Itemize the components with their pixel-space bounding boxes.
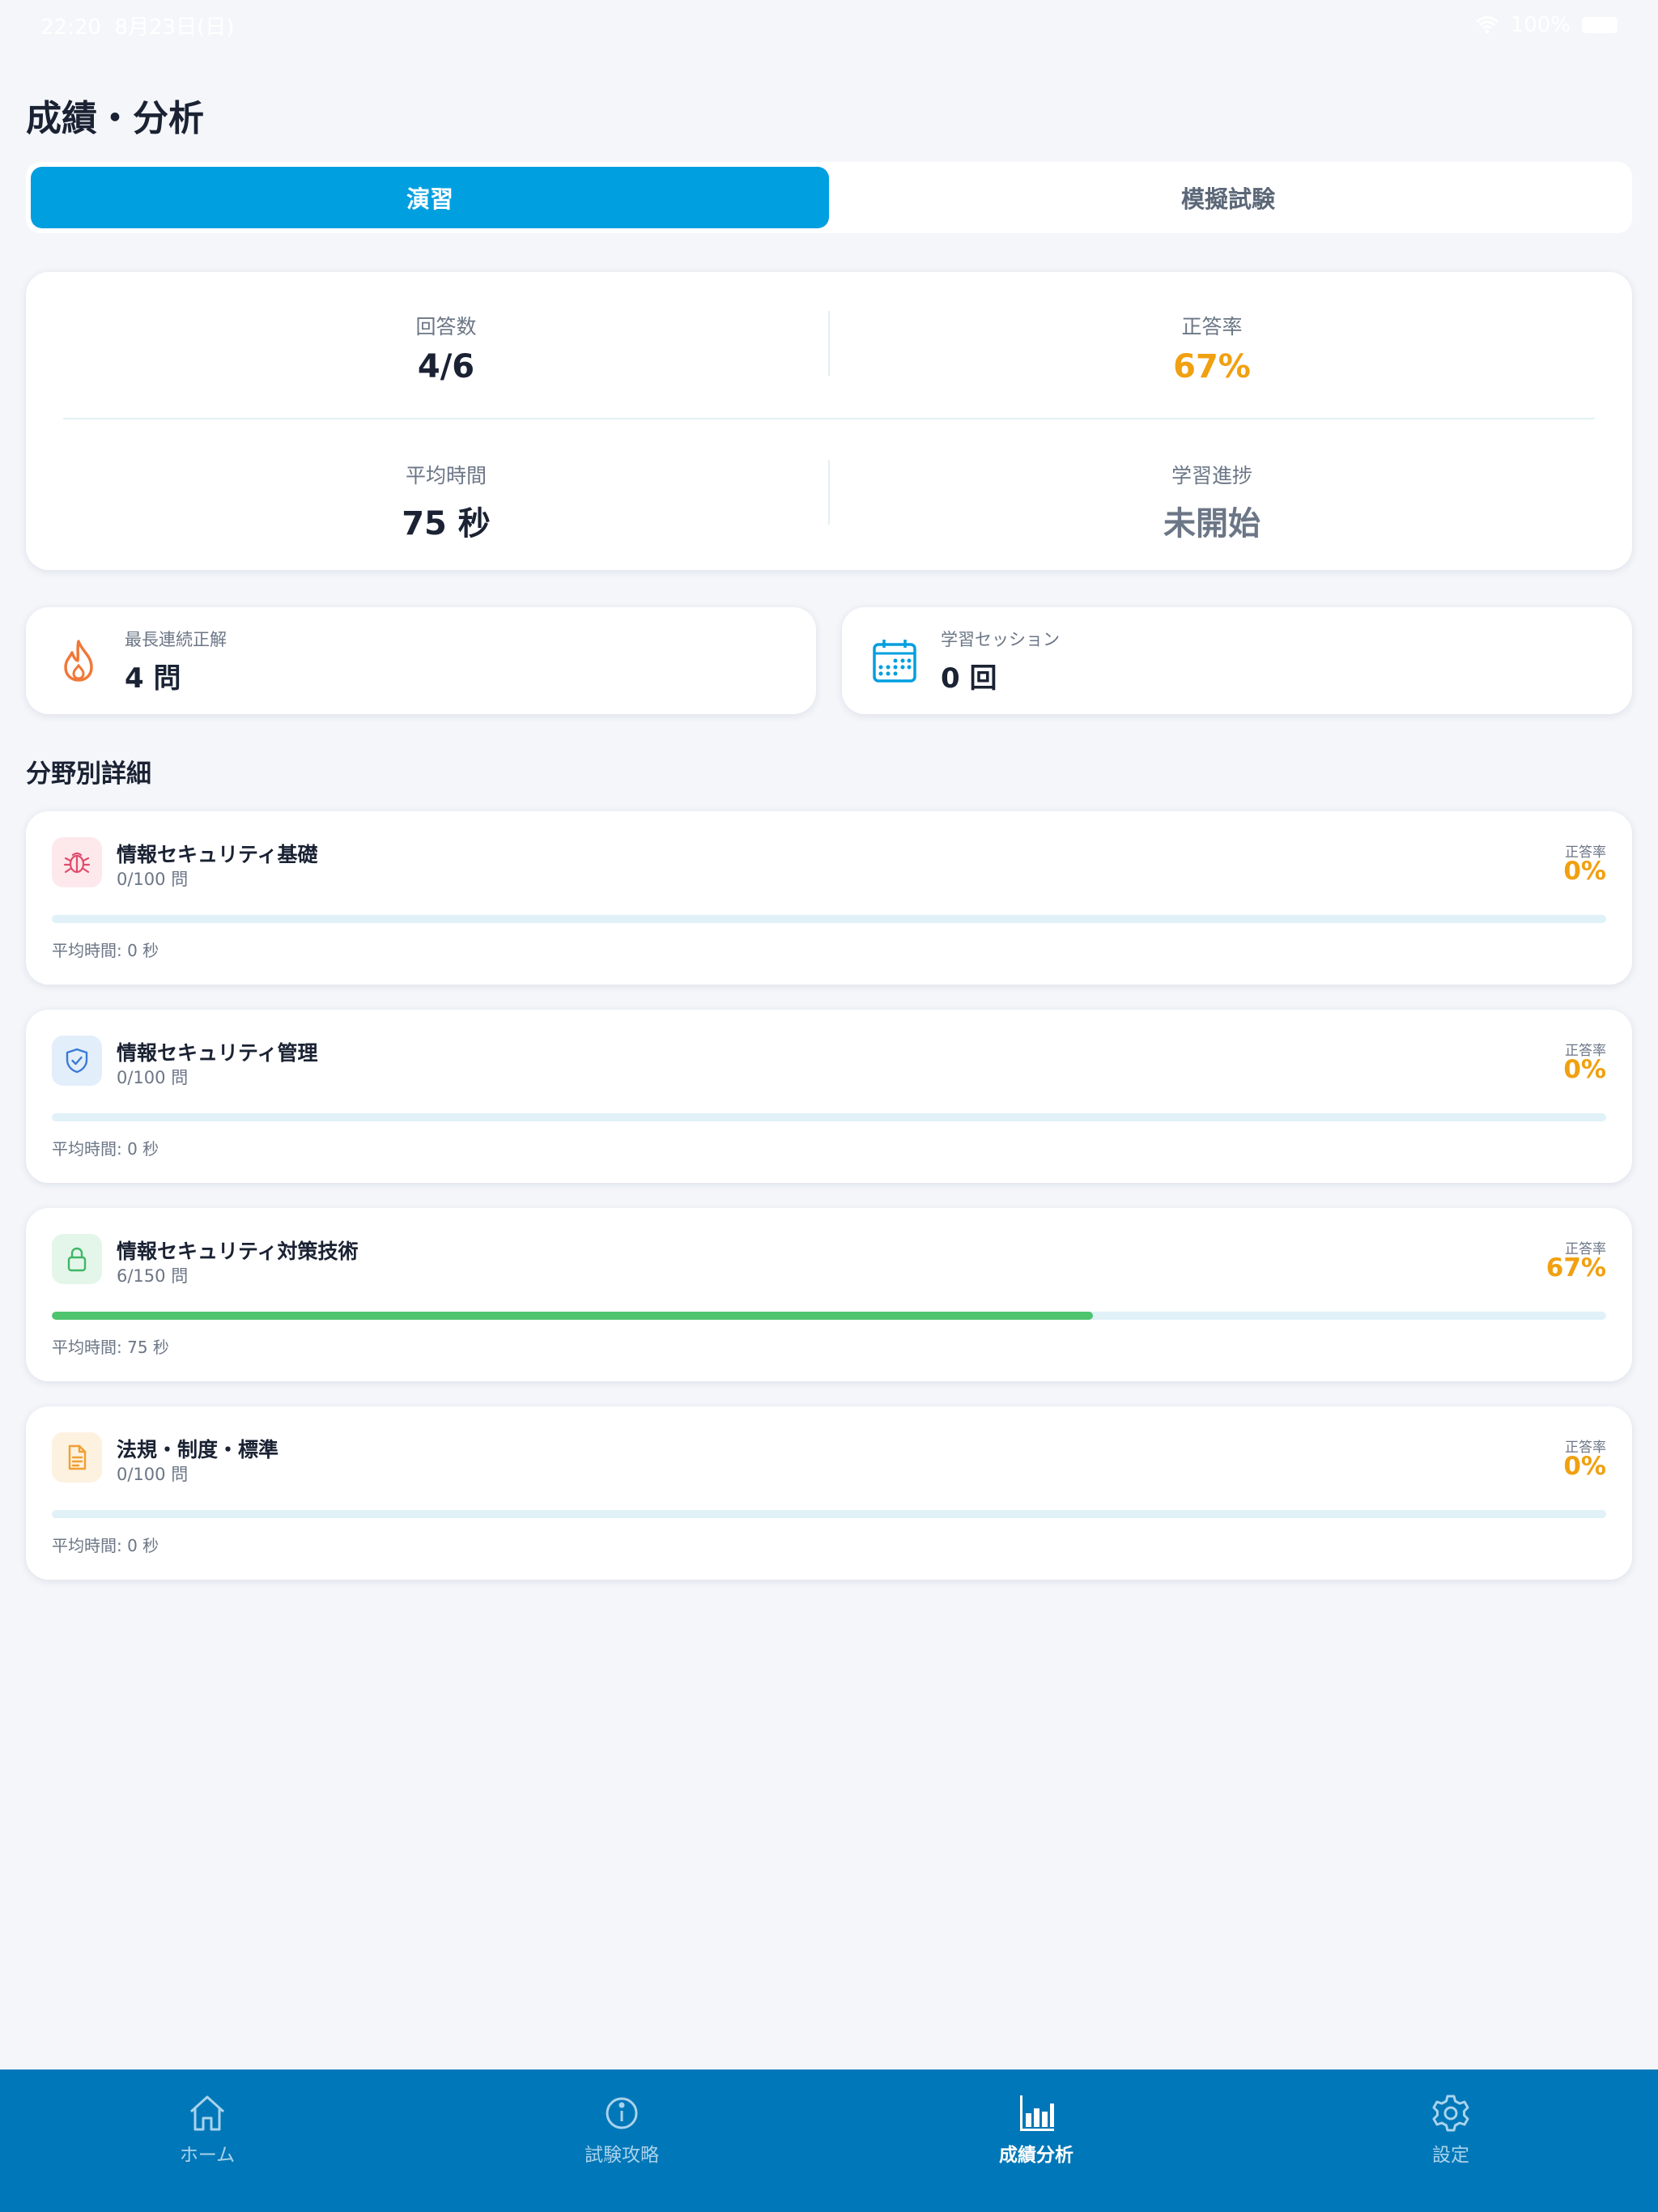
progress-value: 未開始 (1163, 505, 1261, 542)
section-title: 分野別詳細 (26, 759, 151, 789)
divider (828, 460, 830, 525)
tab-home[interactable]: ホーム (0, 2069, 414, 2212)
category-card[interactable]: 情報セキュリティ管理 0/100 問 正答率 0% 平均時間: 0 秒 (26, 1010, 1632, 1183)
accuracy-label: 正答率 (1181, 315, 1243, 338)
avg-time: 平均時間: 0 秒 (52, 941, 159, 960)
category-name: 情報セキュリティ管理 (117, 1041, 318, 1065)
avg-time: 平均時間: 75 秒 (52, 1338, 169, 1357)
category-name: 情報セキュリティ基礎 (117, 843, 318, 866)
tab-bar: ホーム 試験攻略 成績分析 設定 (0, 2069, 1658, 2212)
streak-value: 4 問 (125, 661, 181, 695)
streak-card: 最長連続正解 4 問 (26, 607, 816, 714)
document-icon (52, 1432, 102, 1482)
bar-chart-icon (1020, 2095, 1054, 2131)
home-icon (189, 2095, 225, 2131)
avg-time: 平均時間: 0 秒 (52, 1536, 159, 1555)
wifi-icon (1475, 16, 1499, 34)
rate-value: 0% (1563, 1452, 1606, 1481)
lock-icon (52, 1234, 102, 1284)
category-count: 6/150 問 (117, 1266, 189, 1286)
rate-value: 0% (1563, 1055, 1606, 1084)
sessions-value: 0 回 (941, 661, 997, 695)
answers-stat: 回答数 4/6 (63, 311, 829, 385)
progress-track (52, 1113, 1606, 1121)
tab-label: 設定 (1432, 2145, 1469, 2166)
page-title: 成績・分析 (26, 98, 204, 139)
category-card[interactable]: 情報セキュリティ基礎 0/100 問 正答率 0% 平均時間: 0 秒 (26, 811, 1632, 985)
category-count: 0/100 問 (117, 1068, 189, 1087)
flame-icon (53, 636, 104, 686)
tab-label: ホーム (179, 2145, 236, 2166)
progress-track (52, 1510, 1606, 1518)
streak-label: 最長連続正解 (125, 629, 227, 649)
progress-track (52, 915, 1606, 923)
status-time: 22:20 (40, 15, 101, 40)
accuracy-value: 67% (1173, 348, 1251, 385)
category-name: 情報セキュリティ対策技術 (117, 1240, 359, 1263)
answers-label: 回答数 (415, 315, 477, 338)
avg-time-label: 平均時間 (405, 464, 487, 487)
info-icon (606, 2097, 638, 2129)
status-time-date: 22:20 8月23日(日) (40, 11, 234, 40)
category-count: 0/100 問 (117, 1465, 189, 1484)
sessions-card: 学習セッション 0 回 (842, 607, 1632, 714)
category-count: 0/100 問 (117, 870, 189, 889)
progress-stat: 学習進捗 未開始 (829, 460, 1595, 544)
divider (828, 311, 830, 376)
avg-time-value: 75 秒 (402, 505, 491, 542)
progress-fill (52, 1312, 1094, 1320)
tab-label: 成績分析 (999, 2145, 1073, 2166)
segment-mock-exam[interactable]: 模擬試験 (829, 167, 1627, 228)
avg-time: 平均時間: 0 秒 (52, 1139, 159, 1159)
battery-percent: 100% (1510, 13, 1571, 37)
category-card[interactable]: 法規・制度・標準 0/100 問 正答率 0% 平均時間: 0 秒 (26, 1406, 1632, 1580)
tab-label: 試験攻略 (585, 2145, 659, 2166)
sessions-label: 学習セッション (941, 629, 1060, 649)
progress-track (52, 1312, 1606, 1320)
rate-value: 67% (1545, 1253, 1606, 1283)
calendar-icon (869, 636, 920, 686)
tab-settings[interactable]: 設定 (1244, 2069, 1658, 2212)
avg-time-stat: 平均時間 75 秒 (63, 460, 829, 544)
gear-icon (1432, 2095, 1469, 2132)
category-card[interactable]: 情報セキュリティ対策技術 6/150 問 正答率 67% 平均時間: 75 秒 (26, 1208, 1632, 1381)
summary-card: 回答数 4/6 正答率 67% 平均時間 75 秒 学習進捗 未開始 (26, 272, 1632, 570)
rate-value: 0% (1563, 857, 1606, 886)
status-bar: 22:20 8月23日(日) 100% (0, 0, 1658, 50)
status-date: 8月23日(日) (114, 15, 235, 40)
shield-check-icon (52, 1036, 102, 1086)
segmented-control: 演習 模擬試験 (26, 162, 1632, 233)
battery-icon (1582, 17, 1618, 33)
divider (63, 418, 1595, 419)
answers-value: 4/6 (417, 348, 475, 385)
tab-analysis[interactable]: 成績分析 (829, 2069, 1244, 2212)
segment-practice[interactable]: 演習 (31, 167, 829, 228)
category-name: 法規・制度・標準 (117, 1438, 279, 1461)
bug-icon (52, 837, 102, 887)
progress-label: 学習進捗 (1171, 464, 1252, 487)
accuracy-stat: 正答率 67% (829, 311, 1595, 385)
tab-exam-strategy[interactable]: 試験攻略 (414, 2069, 829, 2212)
